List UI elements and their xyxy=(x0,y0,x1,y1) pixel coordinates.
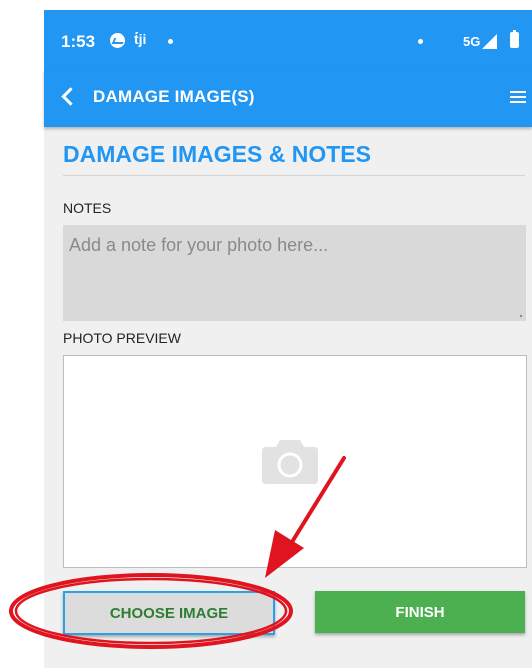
divider xyxy=(63,175,525,176)
notification-dot-icon xyxy=(168,39,173,44)
photo-preview-area xyxy=(63,355,527,568)
status-dot-icon xyxy=(418,39,423,44)
messenger-icon xyxy=(110,33,125,48)
textarea-resize-handle xyxy=(520,315,522,317)
app-bar: DAMAGE IMAGE(S) xyxy=(44,70,532,127)
finish-button[interactable]: FINISH xyxy=(315,591,525,633)
network-type: 5G xyxy=(463,34,481,49)
phone-screen: 1:53 ṫ́ji 5G DAMAGE IMAGE(S) DAMAGE IMAG… xyxy=(44,10,532,668)
teams-icon: ṫ́ji xyxy=(134,31,147,47)
choose-image-button[interactable]: CHOOSE IMAGE xyxy=(63,591,275,635)
camera-icon xyxy=(262,440,318,484)
signal-icon xyxy=(482,34,497,49)
hamburger-menu-icon[interactable] xyxy=(510,89,526,103)
notes-label: NOTES xyxy=(63,200,112,216)
app-bar-title: DAMAGE IMAGE(S) xyxy=(93,87,255,106)
status-bar: 1:53 ṫ́ji 5G xyxy=(44,10,532,70)
page-title: DAMAGE IMAGES & NOTES xyxy=(63,141,371,167)
back-chevron-icon[interactable] xyxy=(61,87,80,106)
notes-input[interactable] xyxy=(63,225,526,321)
battery-icon xyxy=(510,30,519,48)
photo-preview-label: PHOTO PREVIEW xyxy=(63,330,181,346)
status-time: 1:53 xyxy=(61,32,96,51)
